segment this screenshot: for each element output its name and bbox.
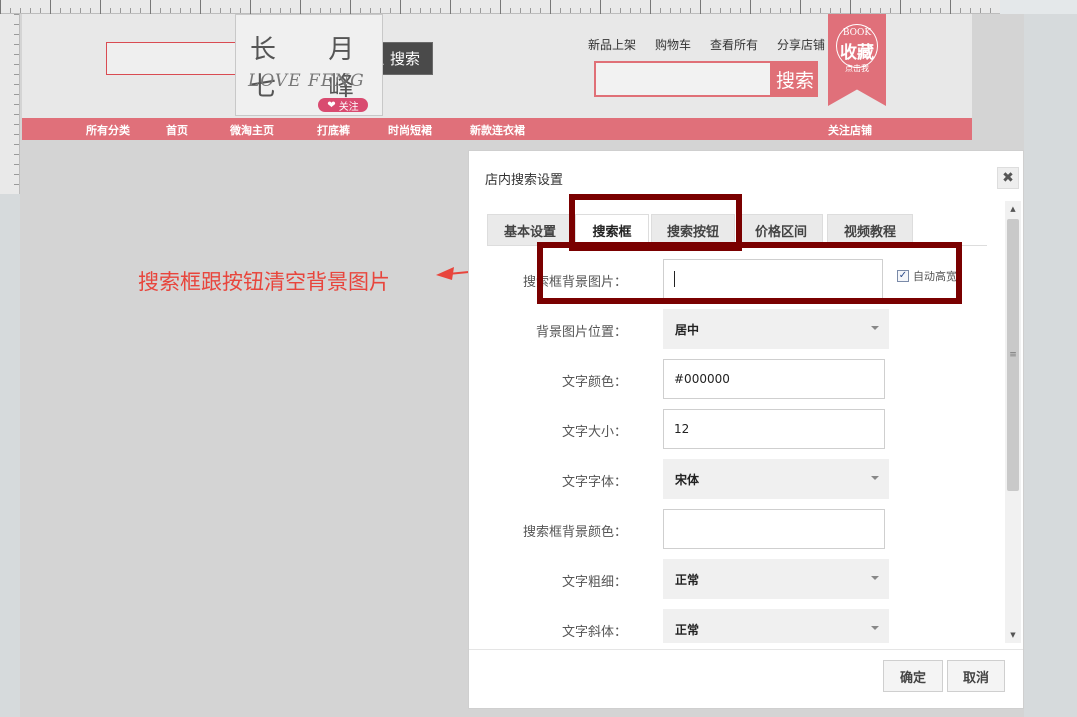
row-text-color: 文字颜色： #000000 (469, 359, 989, 399)
dialog-scrollbar[interactable]: ▲ ≡ ▼ (1005, 201, 1021, 643)
nav-item-skirts[interactable]: 时尚短裙 (388, 122, 432, 138)
font-weight-value: 正常 (675, 572, 700, 587)
top-search-input[interactable] (594, 61, 772, 97)
scrollbar-thumb[interactable]: ≡ (1007, 219, 1019, 491)
top-link-all[interactable]: 查看所有 (710, 36, 758, 53)
row-bg-color: 搜索框背景颜色： (469, 509, 989, 549)
favorite-ring (836, 24, 878, 68)
vertical-ruler (0, 14, 20, 194)
font-italic-value: 正常 (675, 622, 700, 637)
scroll-up-icon[interactable]: ▲ (1005, 201, 1021, 217)
bg-position-select[interactable]: 居中 (663, 309, 889, 349)
font-weight-label: 文字粗细： (561, 575, 627, 590)
text-color-input[interactable]: #000000 (663, 359, 885, 399)
chevron-down-icon (871, 626, 879, 630)
bg-position-value: 居中 (675, 322, 700, 337)
font-select[interactable]: 宋体 (663, 459, 889, 499)
store-header-preview: 搜索 长 月 七 峰 LOVE FENG ❤ 关注 新品上架 购物车 查看所有 … (22, 14, 972, 118)
bg-color-input[interactable] (663, 509, 885, 549)
bg-color-label: 搜索框背景颜色： (522, 525, 627, 540)
text-size-input[interactable]: 12 (663, 409, 885, 449)
header-search-button-label: 搜索 (389, 50, 420, 68)
confirm-button[interactable]: 确定 (883, 660, 943, 692)
chevron-down-icon (871, 326, 879, 330)
editor-side-panel (1024, 14, 1077, 717)
row-font: 文字字体： 宋体 (469, 459, 989, 499)
footer-divider (469, 649, 1023, 650)
store-logo: 长 月 七 峰 LOVE FENG ❤ 关注 (235, 14, 383, 116)
nav-item-home[interactable]: 首页 (166, 122, 188, 138)
font-value: 宋体 (675, 472, 700, 487)
font-italic-select[interactable]: 正常 (663, 609, 889, 643)
annotation-text: 搜索框跟按钮清空背景图片 (138, 270, 390, 294)
font-label: 文字字体： (561, 475, 627, 490)
font-italic-label: 文字斜体： (561, 625, 627, 640)
editor-left-edge (0, 194, 20, 717)
font-weight-select[interactable]: 正常 (663, 559, 889, 599)
follow-label: 关注 (338, 101, 359, 113)
nav-item-dresses[interactable]: 新款连衣裙 (470, 122, 525, 138)
row-bg-position: 背景图片位置： 居中 (469, 309, 989, 349)
ruler-corner (1000, 0, 1077, 14)
text-size-label: 文字大小： (561, 425, 627, 440)
highlight-box-bg-image (537, 242, 962, 304)
store-nav-bar: 所有分类 首页 微淘主页 打底裤 时尚短裙 新款连衣裙 关注店铺 (22, 118, 972, 140)
top-search-button[interactable]: 搜索 (772, 61, 818, 97)
row-font-italic: 文字斜体： 正常 (469, 609, 989, 643)
follow-badge[interactable]: ❤ 关注 (318, 98, 368, 113)
row-font-weight: 文字粗细： 正常 (469, 559, 989, 599)
chevron-down-icon (871, 476, 879, 480)
cancel-button[interactable]: 取消 (947, 660, 1005, 692)
top-links: 新品上架 购物车 查看所有 分享店铺 (588, 36, 825, 53)
dialog-title: 店内搜索设置 (485, 173, 564, 188)
chevron-down-icon (871, 576, 879, 580)
text-color-label: 文字颜色： (561, 375, 627, 390)
nav-item-weitao[interactable]: 微淘主页 (230, 122, 274, 138)
favorite-ribbon[interactable]: BOOK 收藏 点击我 (828, 14, 886, 106)
row-text-size: 文字大小： 12 (469, 409, 989, 449)
nav-item-all-categories[interactable]: 所有分类 (86, 122, 130, 138)
nav-item-follow-shop[interactable]: 关注店铺 (828, 122, 872, 138)
scroll-down-icon[interactable]: ▼ (1005, 627, 1021, 643)
top-link-new[interactable]: 新品上架 (588, 36, 636, 53)
top-link-cart[interactable]: 购物车 (655, 36, 691, 53)
top-link-share[interactable]: 分享店铺 (777, 36, 825, 53)
close-icon[interactable]: ✖ (997, 167, 1019, 189)
logo-subtitle: LOVE FENG (248, 71, 365, 91)
horizontal-ruler-major-ticks (0, 0, 1000, 14)
heart-icon: ❤ (327, 99, 336, 111)
bg-position-label: 背景图片位置： (535, 325, 627, 340)
nav-item-leggings[interactable]: 打底裤 (317, 122, 350, 138)
search-settings-dialog: 店内搜索设置 ✖ 基本设置 搜索框 搜索按钮 价格区间 视频教程 搜索框背景图片… (468, 150, 1024, 709)
logo-title: 长 月 七 峰 (250, 35, 377, 102)
